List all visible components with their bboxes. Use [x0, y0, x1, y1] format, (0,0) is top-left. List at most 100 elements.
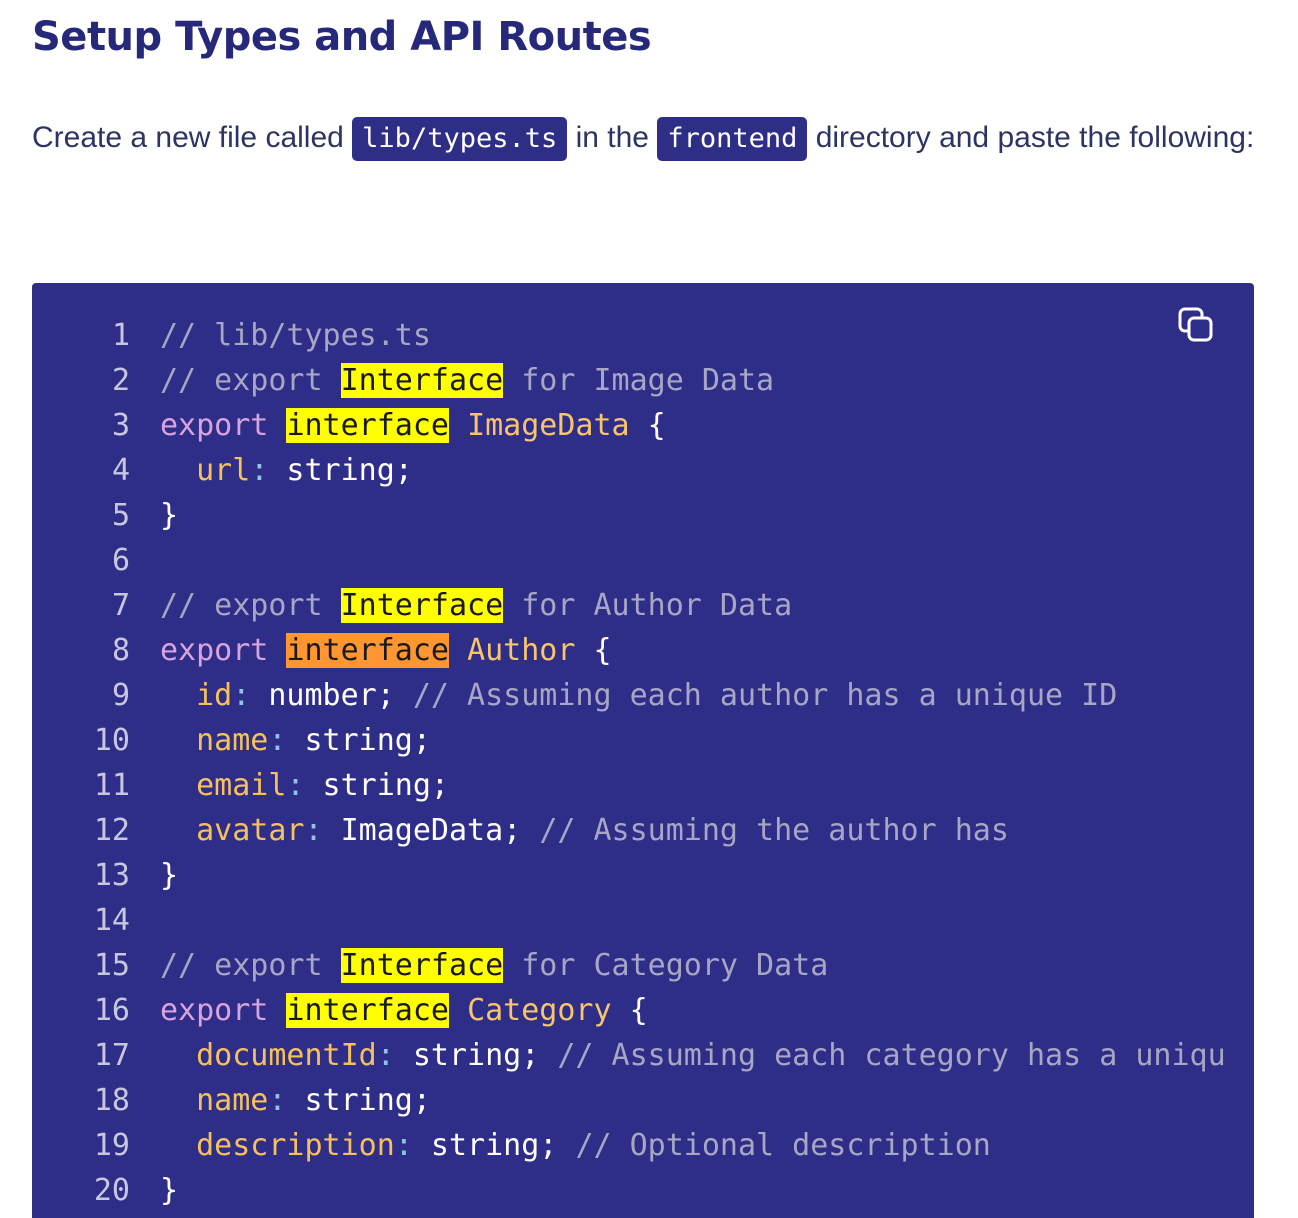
code-token: // export: [160, 948, 341, 983]
search-match: Interface: [340, 588, 504, 623]
code-token: documentId: [196, 1038, 377, 1073]
code-line: 20}: [32, 1168, 1226, 1213]
code-token: name: [196, 1083, 269, 1118]
code-token: string;: [286, 723, 431, 758]
code-token: // export: [160, 588, 341, 623]
code-line: 10 name: string;: [32, 718, 1226, 763]
code-token: {: [629, 408, 666, 443]
line-number: 14: [93, 903, 130, 938]
code-token: for Image Data: [503, 363, 775, 398]
code-text: avatar: ImageData; // Assuming the autho…: [160, 808, 1009, 853]
code-token: id: [196, 678, 233, 713]
code-token: :: [304, 813, 323, 848]
code-text: // export Interface for Author Data: [160, 583, 792, 628]
code-line: 7 // export Interface for Author Data: [32, 583, 1226, 628]
code-text: description: string; // Optional descrip…: [160, 1123, 991, 1168]
code-token: // export: [160, 363, 341, 398]
search-match: Interface: [340, 363, 504, 398]
line-number: 4: [111, 453, 130, 488]
code-line: 19 description: string; // Optional desc…: [32, 1123, 1226, 1168]
code-token: export: [160, 633, 269, 668]
code-line: 4 url: string;: [32, 448, 1226, 493]
inline-code-frontend: frontend: [657, 117, 808, 161]
code-line: 5}: [32, 493, 1226, 538]
code-token: // Assuming the author has: [539, 813, 1009, 848]
code-text: email: string;: [160, 763, 449, 808]
line-number: 15: [93, 948, 130, 983]
code-token: description: [196, 1128, 395, 1163]
code-lines: 1 // lib/types.ts 2 // export Interface for…: [32, 313, 1226, 1213]
code-token: string;: [412, 1128, 576, 1163]
code-token: Author: [467, 633, 576, 668]
intro-text-3: directory and paste the following:: [807, 121, 1255, 154]
code-token: avatar: [196, 813, 305, 848]
code-text: export interface Category {: [160, 988, 648, 1033]
code-line: 1 // lib/types.ts: [32, 313, 1226, 358]
code-token: Category: [467, 993, 612, 1028]
line-number: 8: [111, 633, 130, 668]
code-token: // lib/types.ts: [160, 318, 431, 353]
line-number: 16: [93, 993, 130, 1028]
code-token: :: [268, 1083, 287, 1118]
code-text: // export Interface for Image Data: [160, 358, 774, 403]
code-text: }: [160, 493, 178, 538]
code-line: 16 export interface Category {: [32, 988, 1226, 1033]
code-token: string;: [394, 1038, 558, 1073]
code-token: {: [611, 993, 648, 1028]
code-line: 13}: [32, 853, 1226, 898]
code-line: 8 export interface Author {: [32, 628, 1226, 673]
code-text: }: [160, 853, 178, 898]
code-line: 17 documentId: string; // Assuming each …: [32, 1033, 1226, 1078]
code-line: 12 avatar: ImageData; // Assuming the au…: [32, 808, 1226, 853]
code-text: id: number; // Assuming each author has …: [160, 673, 1117, 718]
line-number: 11: [93, 768, 130, 803]
code-token: string;: [286, 1083, 431, 1118]
code-block: 1 // lib/types.ts 2 // export Interface for…: [32, 283, 1254, 1218]
code-line: 2 // export Interface for Image Data: [32, 358, 1226, 403]
code-text: }: [160, 1168, 178, 1213]
search-match: interface: [286, 408, 449, 443]
code-token: }: [160, 858, 179, 893]
line-number: 13: [93, 858, 130, 893]
line-number: 3: [111, 408, 130, 443]
code-text: url: string;: [160, 448, 413, 493]
code-token: string;: [304, 768, 449, 803]
code-token: {: [575, 633, 612, 668]
code-token: // Assuming each author has a unique ID: [412, 678, 1118, 713]
intro-text-2: in the: [567, 121, 658, 154]
code-token: :: [286, 768, 305, 803]
code-token: // Optional description: [575, 1128, 991, 1163]
code-token: export: [160, 993, 269, 1028]
code-text: documentId: string; // Assuming each cat…: [160, 1033, 1226, 1078]
code-line: 6: [32, 538, 1226, 583]
code-token: :: [376, 1038, 395, 1073]
code-text: // lib/types.ts: [160, 313, 431, 358]
code-line: 3 export interface ImageData {: [32, 403, 1226, 448]
code-text: // export Interface for Category Data: [160, 943, 828, 988]
code-token: export: [160, 408, 269, 443]
code-token: for Category Data: [503, 948, 829, 983]
code-text: name: string;: [160, 1078, 431, 1123]
code-text: export interface Author {: [160, 628, 612, 673]
line-number: 7: [111, 588, 130, 623]
intro-paragraph: Create a new file called lib/types.ts in…: [32, 114, 1272, 162]
line-number: 5: [111, 498, 130, 533]
code-line: 15 // export Interface for Category Data: [32, 943, 1226, 988]
inline-code-types-file: lib/types.ts: [352, 117, 568, 161]
code-token: :: [268, 723, 287, 758]
search-match: Interface: [340, 948, 504, 983]
line-number: 12: [93, 813, 130, 848]
